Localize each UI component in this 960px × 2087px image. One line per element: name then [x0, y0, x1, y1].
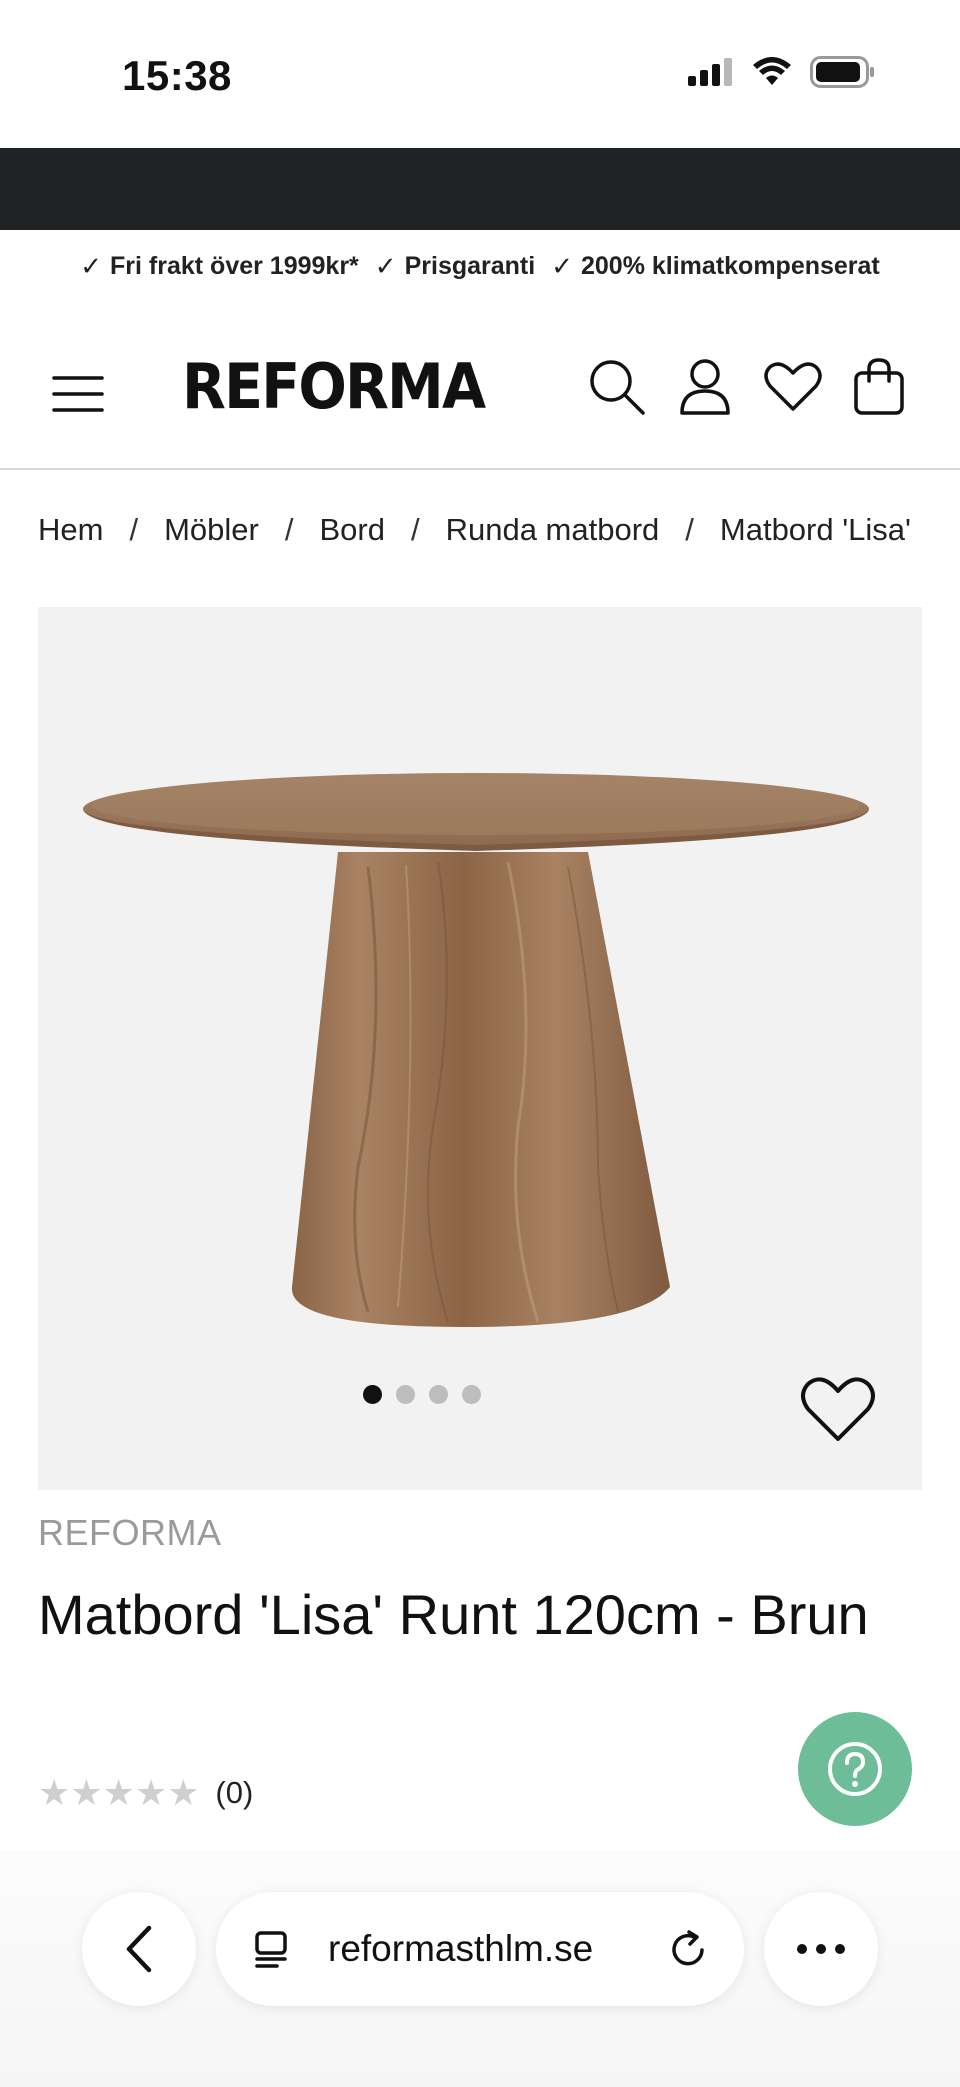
cellular-signal-icon [688, 58, 732, 86]
check-icon: ✓ [80, 250, 103, 281]
product-brand[interactable]: REFORMA [38, 1512, 222, 1554]
breadcrumb-item-mobler[interactable]: Möbler [164, 512, 259, 548]
gallery-dot[interactable] [363, 1385, 382, 1404]
address-bar[interactable]: reformasthlm.se [216, 1892, 744, 2006]
check-icon: ✓ [551, 250, 573, 281]
product-rating[interactable]: ★★★★★ (0) [38, 1772, 253, 1814]
add-to-wishlist-heart-icon[interactable] [800, 1375, 876, 1445]
question-mark-icon [828, 1742, 882, 1796]
breadcrumb-item-runda-matbord[interactable]: Runda matbord [446, 512, 660, 548]
breadcrumb-item-bord[interactable]: Bord [319, 512, 384, 548]
cart-icon[interactable] [846, 354, 912, 420]
ellipsis-icon [797, 1944, 845, 1954]
browser-toolbar: reformasthlm.se [0, 1850, 960, 2087]
usp-item: ✓ Prisgaranti [375, 251, 535, 282]
help-button[interactable] [798, 1712, 912, 1826]
product-image-gallery[interactable] [38, 607, 922, 1490]
breadcrumb: Hem / Möbler / Bord / Runda matbord / Ma… [38, 508, 922, 552]
menu-icon[interactable] [52, 364, 108, 424]
usp-item: ✓ Fri frakt över 1999kr* [80, 251, 359, 282]
wifi-icon [753, 57, 791, 85]
gallery-dot[interactable] [462, 1385, 481, 1404]
gallery-dot[interactable] [396, 1385, 415, 1404]
breadcrumb-separator: / [685, 512, 694, 547]
usp-item: ✓ 200% klimatkompenserat [551, 251, 880, 282]
account-icon[interactable] [672, 354, 738, 420]
back-button[interactable] [82, 1892, 196, 2006]
usp-bar: ✓ Fri frakt över 1999kr* ✓ Prisgaranti ✓… [0, 240, 960, 292]
product-title: Matbord 'Lisa' Runt 120cm - Brun [38, 1583, 869, 1646]
gallery-dot[interactable] [429, 1385, 448, 1404]
more-options-button[interactable] [764, 1892, 878, 2006]
gallery-dots [38, 1385, 864, 1404]
breadcrumb-separator: / [284, 512, 294, 547]
chevron-left-icon [126, 1925, 152, 1973]
check-icon: ✓ [374, 250, 397, 281]
usp-label: 200% klimatkompenserat [581, 251, 880, 280]
battery-icon [810, 56, 874, 88]
breadcrumb-separator: / [129, 512, 139, 547]
status-icons [688, 56, 876, 88]
breadcrumb-separator: / [410, 512, 420, 547]
product-photo [83, 773, 869, 1327]
usp-label: Prisgaranti [404, 251, 536, 280]
status-bar: 15:38 [0, 0, 960, 148]
rating-count: (0) [215, 1775, 254, 1810]
wishlist-icon[interactable] [760, 354, 826, 420]
reader-tabs-icon [255, 1931, 287, 1968]
rating-stars-icon: ★★★★★ [38, 1772, 200, 1813]
top-banner [0, 148, 960, 230]
breadcrumb-item-current: Matbord 'Lisa' Runt 120cm - Brun [719, 512, 922, 547]
site-logo[interactable]: REFORMA [182, 350, 486, 423]
breadcrumb-item-hem[interactable]: Hem [38, 512, 103, 548]
site-header: REFORMA [0, 320, 960, 470]
search-icon[interactable] [584, 354, 650, 420]
url-text: reformasthlm.se [328, 1928, 594, 1969]
status-time: 15:38 [122, 52, 232, 99]
reload-icon[interactable] [668, 1928, 710, 1970]
usp-label: Fri frakt över 1999kr* [110, 251, 359, 280]
